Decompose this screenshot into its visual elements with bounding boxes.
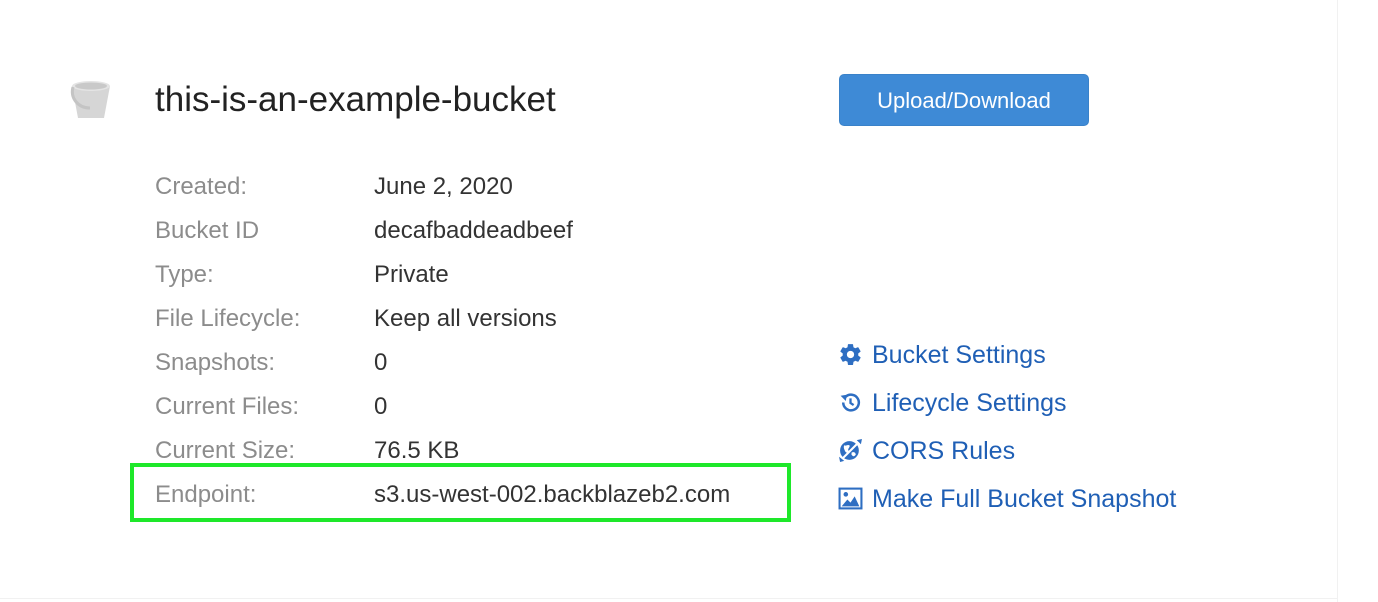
card-border: [0, 598, 1338, 599]
gear-icon: [838, 342, 863, 367]
detail-label: File Lifecycle:: [155, 305, 301, 332]
bucket-card: this-is-an-example-bucket Upload/Downloa…: [0, 0, 1378, 602]
cors-rules-label: CORS Rules: [872, 437, 1016, 465]
detail-value: 0: [374, 393, 388, 420]
detail-label: Type:: [155, 261, 214, 288]
detail-value: Private: [374, 261, 449, 288]
bucket-settings-label: Bucket Settings: [872, 341, 1046, 369]
detail-label: Created:: [155, 173, 248, 200]
detail-value: Keep all versions: [374, 305, 557, 332]
history-clock-icon: [838, 390, 863, 415]
detail-label: Bucket ID: [155, 217, 260, 244]
detail-label: Current Size:: [155, 437, 296, 464]
upload-download-button[interactable]: Upload/Download: [839, 74, 1089, 126]
detail-value: decafbaddeadbeef: [374, 217, 573, 244]
globe-arrows-icon: [838, 438, 863, 463]
bucket-title: this-is-an-example-bucket: [155, 80, 556, 119]
detail-label: Current Files:: [155, 393, 300, 420]
detail-value: 0: [374, 349, 388, 376]
card-border: [1337, 0, 1338, 602]
detail-label: Snapshots:: [155, 349, 276, 376]
endpoint-highlight-box: [130, 463, 791, 522]
lifecycle-settings-label: Lifecycle Settings: [872, 389, 1067, 417]
image-icon: [838, 486, 863, 511]
make-snapshot-label: Make Full Bucket Snapshot: [872, 485, 1177, 513]
detail-value: 76.5 KB: [374, 437, 460, 464]
detail-value: June 2, 2020: [374, 173, 513, 200]
bucket-icon: [68, 78, 114, 120]
